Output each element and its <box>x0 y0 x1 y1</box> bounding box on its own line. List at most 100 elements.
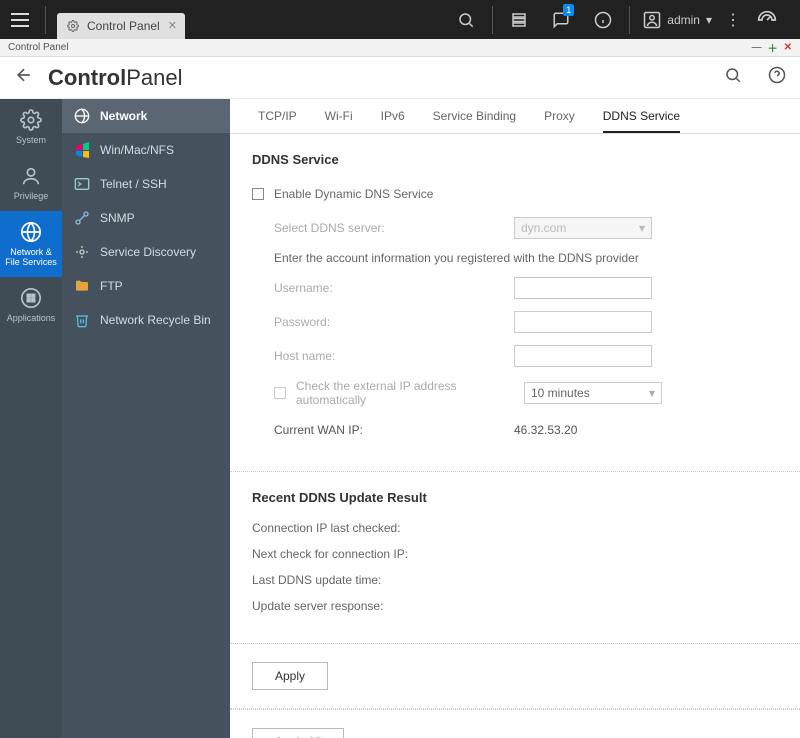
sidebar-item-label: Network <box>100 109 147 123</box>
chevron-down-icon: ▾ <box>649 386 655 400</box>
check-ext-label: Check the external IP address automatica… <box>296 379 524 407</box>
divider <box>629 6 630 34</box>
section-title: Recent DDNS Update Result <box>252 490 778 505</box>
sidebar-item-snmp[interactable]: SNMP <box>62 201 230 235</box>
hostname-label: Host name: <box>274 349 514 363</box>
select-value: 10 minutes <box>531 386 590 400</box>
sidebar-item-discovery[interactable]: Service Discovery <box>62 235 230 269</box>
window-tab-label: Control Panel <box>87 19 160 33</box>
result-server-response: Update server response: <box>252 599 778 613</box>
rail-system[interactable]: System <box>0 99 62 155</box>
password-input[interactable] <box>514 311 652 333</box>
hostname-row: Host name: <box>274 345 778 367</box>
hostname-input[interactable] <box>514 345 652 367</box>
notification-badge: 1 <box>563 4 574 16</box>
result-last-checked: Connection IP last checked: <box>252 521 778 535</box>
notifications-button[interactable]: 1 <box>540 0 582 39</box>
tasks-button[interactable] <box>498 0 540 39</box>
rail-label: Network & File Services <box>5 247 57 267</box>
terminal-icon <box>74 176 90 192</box>
sidebar-item-ftp[interactable]: FTP <box>62 269 230 303</box>
info-button[interactable] <box>582 0 624 39</box>
gear-icon <box>67 20 79 32</box>
discovery-icon <box>74 244 90 260</box>
apply-button[interactable]: Apply <box>252 662 328 690</box>
tab-wifi[interactable]: Wi-Fi <box>325 109 353 133</box>
user-menu[interactable]: admin ▾ <box>635 11 720 29</box>
wan-ip-value: 46.32.53.20 <box>514 423 577 437</box>
apps-icon <box>20 287 42 309</box>
check-ext-checkbox[interactable] <box>274 387 286 399</box>
more-button[interactable]: ⋮ <box>720 0 746 39</box>
result-section: Recent DDNS Update Result Connection IP … <box>230 472 800 644</box>
sidebar-item-label: Service Discovery <box>100 245 196 259</box>
settings-sidebar: Network Win/Mac/NFS Telnet / SSH SNMP Se… <box>62 99 230 738</box>
panel-search-button[interactable] <box>724 66 742 89</box>
close-button[interactable]: ✕ <box>784 42 792 53</box>
os-icon <box>74 142 90 158</box>
main-area: System Privilege Network & File Services… <box>0 99 800 738</box>
tab-ddns[interactable]: DDNS Service <box>603 109 680 133</box>
category-rail: System Privilege Network & File Services… <box>0 99 62 738</box>
page-title: ControlPanel <box>48 65 182 91</box>
section-title: DDNS Service <box>252 152 778 167</box>
help-button[interactable] <box>768 66 786 89</box>
tab-strip: TCP/IP Wi-Fi IPv6 Service Binding Proxy … <box>230 99 800 134</box>
tab-ipv6[interactable]: IPv6 <box>381 109 405 133</box>
ddns-server-select[interactable]: dyn.com ▾ <box>514 217 652 239</box>
username-input[interactable] <box>514 277 652 299</box>
sidebar-item-network[interactable]: Network <box>62 99 230 133</box>
check-interval-select[interactable]: 10 minutes ▾ <box>524 382 662 404</box>
user-icon <box>20 165 42 187</box>
tab-service-binding[interactable]: Service Binding <box>433 109 516 133</box>
breadcrumb-bar: Control Panel — ＋ ✕ <box>0 39 800 57</box>
select-value: dyn.com <box>521 221 566 235</box>
provider-info: Enter the account information you regist… <box>274 251 778 265</box>
minimize-button[interactable]: — <box>752 42 762 53</box>
sidebar-item-winmac[interactable]: Win/Mac/NFS <box>62 133 230 167</box>
wan-ip-label: Current WAN IP: <box>274 423 514 437</box>
maximize-button[interactable]: ＋ <box>768 40 778 55</box>
select-server-row: Select DDNS server: dyn.com ▾ <box>274 217 778 239</box>
sidebar-item-recycle[interactable]: Network Recycle Bin <box>62 303 230 337</box>
enable-ddns-label: Enable Dynamic DNS Service <box>274 187 433 201</box>
main-menu-button[interactable] <box>0 0 40 39</box>
ddns-section: DDNS Service Enable Dynamic DNS Service … <box>230 134 800 472</box>
divider <box>45 6 46 34</box>
rail-label: Privilege <box>14 191 49 201</box>
sidebar-item-label: Win/Mac/NFS <box>100 143 174 157</box>
check-ext-row: Check the external IP address automatica… <box>274 379 778 407</box>
sidebar-item-label: Network Recycle Bin <box>100 313 211 327</box>
close-tab-icon[interactable]: ✕ <box>168 19 177 32</box>
rail-privilege[interactable]: Privilege <box>0 155 62 211</box>
password-label: Password: <box>274 315 514 329</box>
sidebar-item-label: SNMP <box>100 211 135 225</box>
rail-label: System <box>16 135 46 145</box>
chevron-down-icon: ▾ <box>639 221 645 235</box>
result-next-check: Next check for connection IP: <box>252 547 778 561</box>
search-button[interactable] <box>445 0 487 39</box>
enable-ddns-row: Enable Dynamic DNS Service <box>252 183 778 205</box>
sidebar-item-label: Telnet / SSH <box>100 177 167 191</box>
page-titlebar: ControlPanel <box>0 57 800 99</box>
back-button[interactable] <box>14 65 34 90</box>
username-label: Username: <box>274 281 514 295</box>
apply-all-button[interactable]: Apply All <box>252 728 344 738</box>
snmp-icon <box>74 210 90 226</box>
rail-applications[interactable]: Applications <box>0 277 62 333</box>
dashboard-button[interactable] <box>746 0 788 39</box>
select-server-label: Select DDNS server: <box>274 221 514 235</box>
rail-label: Applications <box>7 313 56 323</box>
window-tab-control-panel[interactable]: Control Panel ✕ <box>57 13 185 39</box>
rail-network[interactable]: Network & File Services <box>0 211 62 277</box>
globe-icon <box>20 221 42 243</box>
gear-icon <box>20 109 42 131</box>
sidebar-item-telnet[interactable]: Telnet / SSH <box>62 167 230 201</box>
tab-proxy[interactable]: Proxy <box>544 109 575 133</box>
folder-icon <box>74 278 90 294</box>
result-last-update: Last DDNS update time: <box>252 573 778 587</box>
enable-ddns-checkbox[interactable] <box>252 188 264 200</box>
divider <box>492 6 493 34</box>
wan-ip-row: Current WAN IP: 46.32.53.20 <box>274 419 778 441</box>
tab-tcpip[interactable]: TCP/IP <box>258 109 297 133</box>
